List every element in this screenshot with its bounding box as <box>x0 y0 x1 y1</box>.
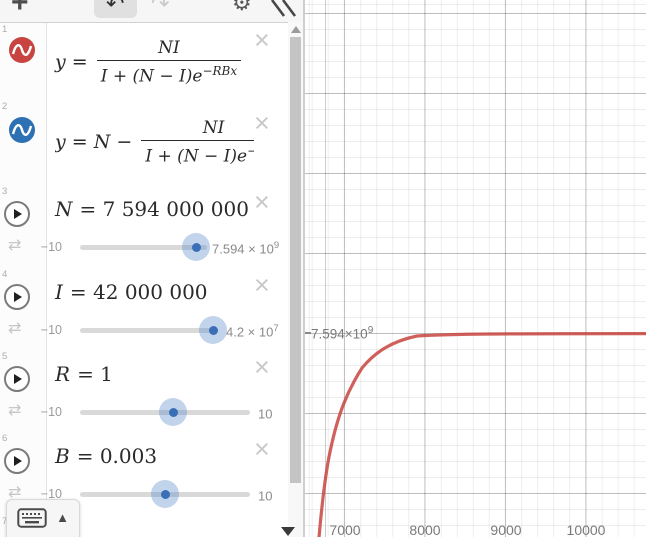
close-icon[interactable]: × <box>254 110 270 137</box>
undo-icon[interactable]: ↶ <box>106 0 124 15</box>
slider-min-label[interactable]: −10 <box>34 240 62 254</box>
close-icon[interactable]: × <box>254 272 270 299</box>
expand-keyboard-icon[interactable]: ▲ <box>56 508 69 528</box>
expression-row-1[interactable]: 1 y = NI I + (N − I)e−RBx × <box>0 23 288 101</box>
slider-handle[interactable] <box>209 326 218 335</box>
x-tick-label-10000: 10000 <box>567 522 606 537</box>
variable-definition[interactable]: B= 0.003 <box>55 444 157 468</box>
loop-icon[interactable]: ⇄ <box>8 238 21 254</box>
row-number: 2 <box>2 101 7 112</box>
variable-definition[interactable]: R= 1 <box>55 362 113 386</box>
gear-icon[interactable]: ⚙ <box>232 0 252 14</box>
equation-1[interactable]: y = NI I + (N − I)e−RBx <box>55 31 241 93</box>
slider-max-label[interactable]: 10 <box>258 487 272 503</box>
play-icon <box>14 209 22 219</box>
slider-handle[interactable] <box>161 490 170 499</box>
slider-max-label[interactable]: 7.594 × 109 <box>212 240 279 256</box>
graph-paper[interactable]: 7.594×109 7000 8000 9000 10000 <box>305 0 646 537</box>
scrollbar-thumb[interactable] <box>290 37 301 483</box>
row-number: 5 <box>2 351 7 362</box>
loop-icon[interactable]: ⇄ <box>8 403 21 419</box>
curve-style-icon-red[interactable] <box>8 36 36 64</box>
expression-row-2[interactable]: 2 y = N − NI I + (N − I)e−RBx × <box>0 100 288 186</box>
expression-panel: + ↶ ↷ ⚙ 1 y = NI I + <box>0 0 303 537</box>
fraction: NI I + (N − I)e−RBx <box>97 38 241 87</box>
equation-2[interactable]: y = N − NI I + (N − I)e−RBx <box>55 112 254 172</box>
play-icon <box>14 456 22 466</box>
row-gutter: 5 ⇄ <box>0 350 47 432</box>
keyboard-icon <box>17 508 47 528</box>
fraction-numerator: NI <box>97 38 241 61</box>
scroll-down-icon[interactable] <box>281 527 295 536</box>
row-number: 1 <box>2 24 7 35</box>
fraction: NI I + (N − I)e−RBx <box>141 118 254 167</box>
expressions-toolbar: + ↶ ↷ ⚙ <box>0 0 303 23</box>
slider-min-label[interactable]: −10 <box>34 405 62 419</box>
loop-icon[interactable]: ⇄ <box>8 321 21 337</box>
expression-row-5[interactable]: 5 ⇄ R= 1 −10 10 × <box>0 350 288 433</box>
row-gutter[interactable]: 1 <box>0 23 47 100</box>
fraction-denominator: I + (N − I)e−RBx <box>141 141 254 167</box>
panel-scrollbar[interactable] <box>288 22 303 537</box>
row-gutter[interactable]: 2 <box>0 100 47 185</box>
close-icon[interactable]: × <box>254 27 270 54</box>
play-slider-button[interactable] <box>4 448 30 474</box>
x-tick-label-9000: 9000 <box>490 522 521 537</box>
close-icon[interactable]: × <box>254 354 270 381</box>
close-icon[interactable]: × <box>254 436 270 463</box>
slider-min-label[interactable]: −10 <box>34 323 62 337</box>
slider-max-label[interactable]: 10 <box>258 405 272 421</box>
curve-style-icon-blue[interactable] <box>8 116 36 144</box>
equation-lhs: y = N − <box>55 131 132 153</box>
desmos-app: + ↶ ↷ ⚙ 1 y = NI I + <box>0 0 646 537</box>
fraction-denominator: I + (N − I)e−RBx <box>97 61 241 87</box>
expression-row-3[interactable]: 3 ⇄ N= 7 594 000 000 −10 7.594 × 109 × <box>0 185 288 269</box>
fraction-numerator: NI <box>141 118 254 141</box>
row-number: 6 <box>2 433 7 444</box>
play-icon <box>14 292 22 302</box>
equation-lhs: y = <box>55 51 88 73</box>
y-axis-edge-label: 7.594×109 <box>311 325 373 342</box>
close-icon[interactable]: × <box>254 189 270 216</box>
redo-icon[interactable]: ↷ <box>151 0 169 15</box>
play-slider-button[interactable] <box>4 366 30 392</box>
x-tick-label-7000: 7000 <box>329 522 360 537</box>
row-number: 3 <box>2 186 7 197</box>
slider-handle[interactable] <box>192 243 201 252</box>
variable-definition[interactable]: N= 7 594 000 000 <box>55 197 249 221</box>
x-tick-label-8000: 8000 <box>409 522 440 537</box>
keyboard-toggle-button[interactable]: ▲ <box>6 499 80 537</box>
row-number: 4 <box>2 269 7 280</box>
slider-track[interactable] <box>80 328 217 333</box>
add-expression-icon[interactable]: + <box>11 0 29 18</box>
slider-handle[interactable] <box>169 408 178 417</box>
play-slider-button[interactable] <box>4 201 30 227</box>
expression-row-4[interactable]: 4 ⇄ I= 42 000 000 −10 4.2 × 107 × <box>0 268 288 351</box>
scroll-up-icon[interactable] <box>291 26 301 33</box>
play-slider-button[interactable] <box>4 284 30 310</box>
logistic-curve <box>305 0 646 537</box>
collapse-panel-icon[interactable] <box>269 0 299 18</box>
row-gutter: 3 ⇄ <box>0 185 47 268</box>
play-icon <box>14 374 22 384</box>
slider-max-label[interactable]: 4.2 × 107 <box>226 323 279 339</box>
variable-definition[interactable]: I= 42 000 000 <box>55 280 208 304</box>
row-gutter: 4 ⇄ <box>0 268 47 350</box>
